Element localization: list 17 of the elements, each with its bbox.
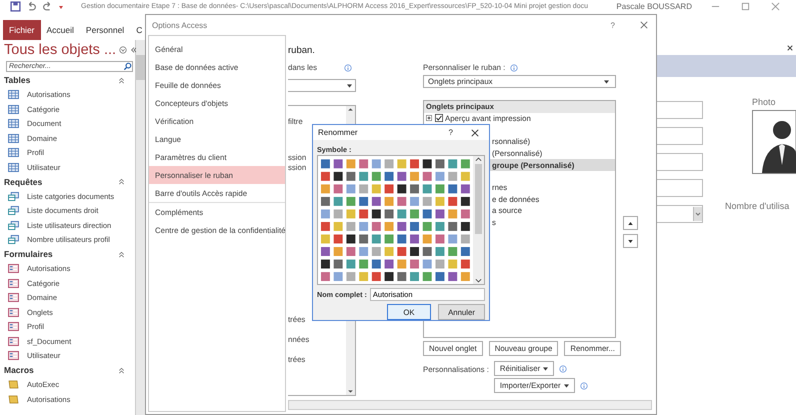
ribbon-tab[interactable]: C: [130, 20, 148, 40]
field-label: Nombre d'utilisa: [725, 201, 790, 211]
group-header[interactable]: Macros: [4, 365, 34, 376]
dialog-title: Options Access: [152, 20, 208, 30]
ribbon-tab[interactable]: Fichier: [3, 20, 41, 40]
ribbon-tab[interactable]: Personnel: [80, 20, 130, 40]
group-header[interactable]: Requêtes: [4, 176, 42, 187]
photo-label: Photo: [752, 97, 777, 107]
dialog-title: Renommer: [318, 128, 358, 137]
group-header[interactable]: Formulaires: [4, 249, 53, 260]
help-button[interactable]: ?: [610, 20, 615, 30]
navigation-title: Tous les objets ...: [4, 42, 116, 58]
help-button[interactable]: ?: [448, 128, 453, 137]
user-name: Pascale BOUSSARD: [616, 2, 692, 11]
ribbon-tab[interactable]: Accueil: [40, 20, 80, 40]
group-header[interactable]: Tables: [4, 75, 30, 86]
section-heading: ruban.: [288, 45, 316, 58]
